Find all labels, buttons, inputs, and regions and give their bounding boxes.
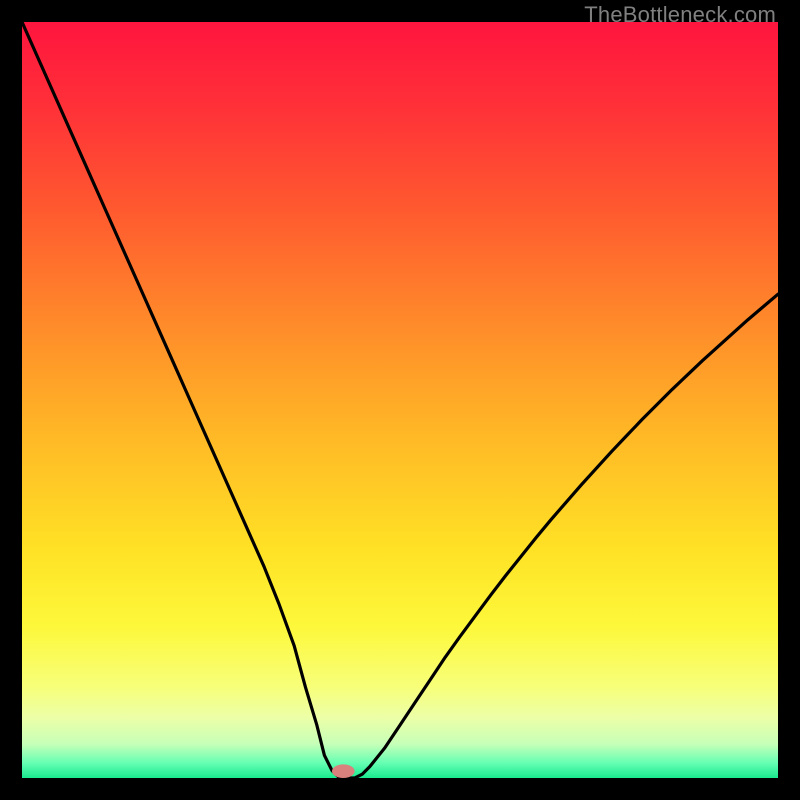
optimum-marker [332,764,355,778]
watermark-text: TheBottleneck.com [584,2,776,28]
bottleneck-curve [22,22,778,778]
plot-area [22,22,778,778]
chart-frame: TheBottleneck.com [0,0,800,800]
